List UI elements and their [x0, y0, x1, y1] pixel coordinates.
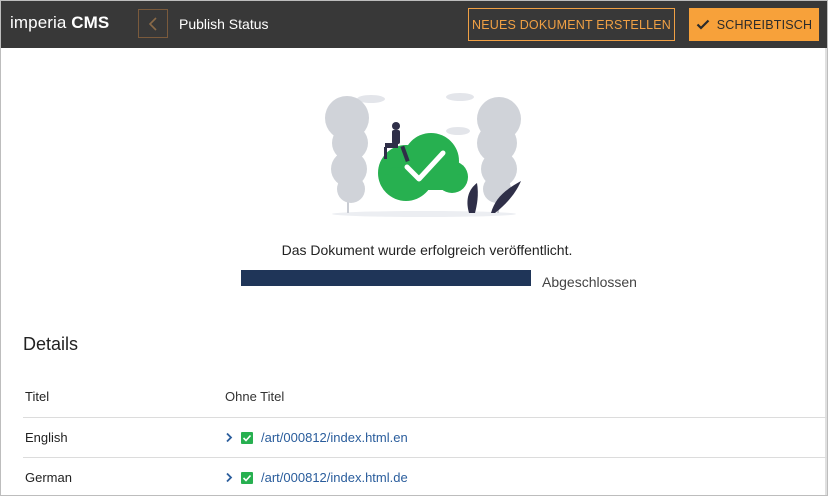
details-row-title: Titel Ohne Titel — [23, 377, 827, 417]
success-cloud-illustration — [325, 93, 521, 217]
chevron-right-icon[interactable] — [225, 472, 233, 483]
app-window: imperia CMS Publish Status NEUES DOKUMEN… — [0, 0, 828, 496]
desk-label: SCHREIBTISCH — [716, 17, 813, 32]
logo-text-bold: CMS — [71, 13, 110, 32]
row-value: /art/000812/index.html.en — [225, 430, 408, 445]
progress-fill — [241, 270, 531, 286]
status-message: Das Dokument wurde erfolgreich veröffent… — [281, 242, 573, 258]
desk-button[interactable]: SCHREIBTISCH — [689, 8, 819, 41]
document-link-en[interactable]: /art/000812/index.html.en — [261, 430, 408, 445]
row-value: /art/000812/index.html.de — [225, 470, 408, 485]
checkbox-checked-icon[interactable] — [241, 431, 253, 444]
row-label: German — [25, 470, 72, 485]
checkmark-icon — [696, 19, 710, 30]
details-row-english: English /art/000812/index.html.en — [23, 417, 827, 458]
logo: imperia CMS — [10, 12, 109, 34]
top-bar: imperia CMS Publish Status NEUES DOKUMEN… — [1, 1, 827, 48]
progress-bar — [241, 270, 531, 286]
chevron-left-icon — [148, 16, 157, 31]
new-document-label: NEUES DOKUMENT ERSTELLEN — [471, 17, 672, 32]
details-heading: Details — [23, 334, 79, 354]
row-value: Ohne Titel — [225, 389, 285, 404]
chevron-right-icon[interactable] — [225, 432, 233, 443]
row-label: English — [25, 430, 68, 445]
back-button[interactable] — [138, 9, 168, 38]
new-document-button[interactable]: NEUES DOKUMENT ERSTELLEN — [468, 8, 675, 41]
row-label: Titel — [25, 389, 50, 404]
page-title: Publish Status — [179, 16, 269, 32]
logo-text: imperia — [10, 13, 67, 32]
checkbox-checked-icon[interactable] — [241, 471, 253, 484]
details-row-german: German /art/000812/index.html.de — [23, 457, 827, 495]
document-link-de[interactable]: /art/000812/index.html.de — [261, 470, 408, 485]
progress-label: Abgeschlossen — [542, 274, 637, 290]
